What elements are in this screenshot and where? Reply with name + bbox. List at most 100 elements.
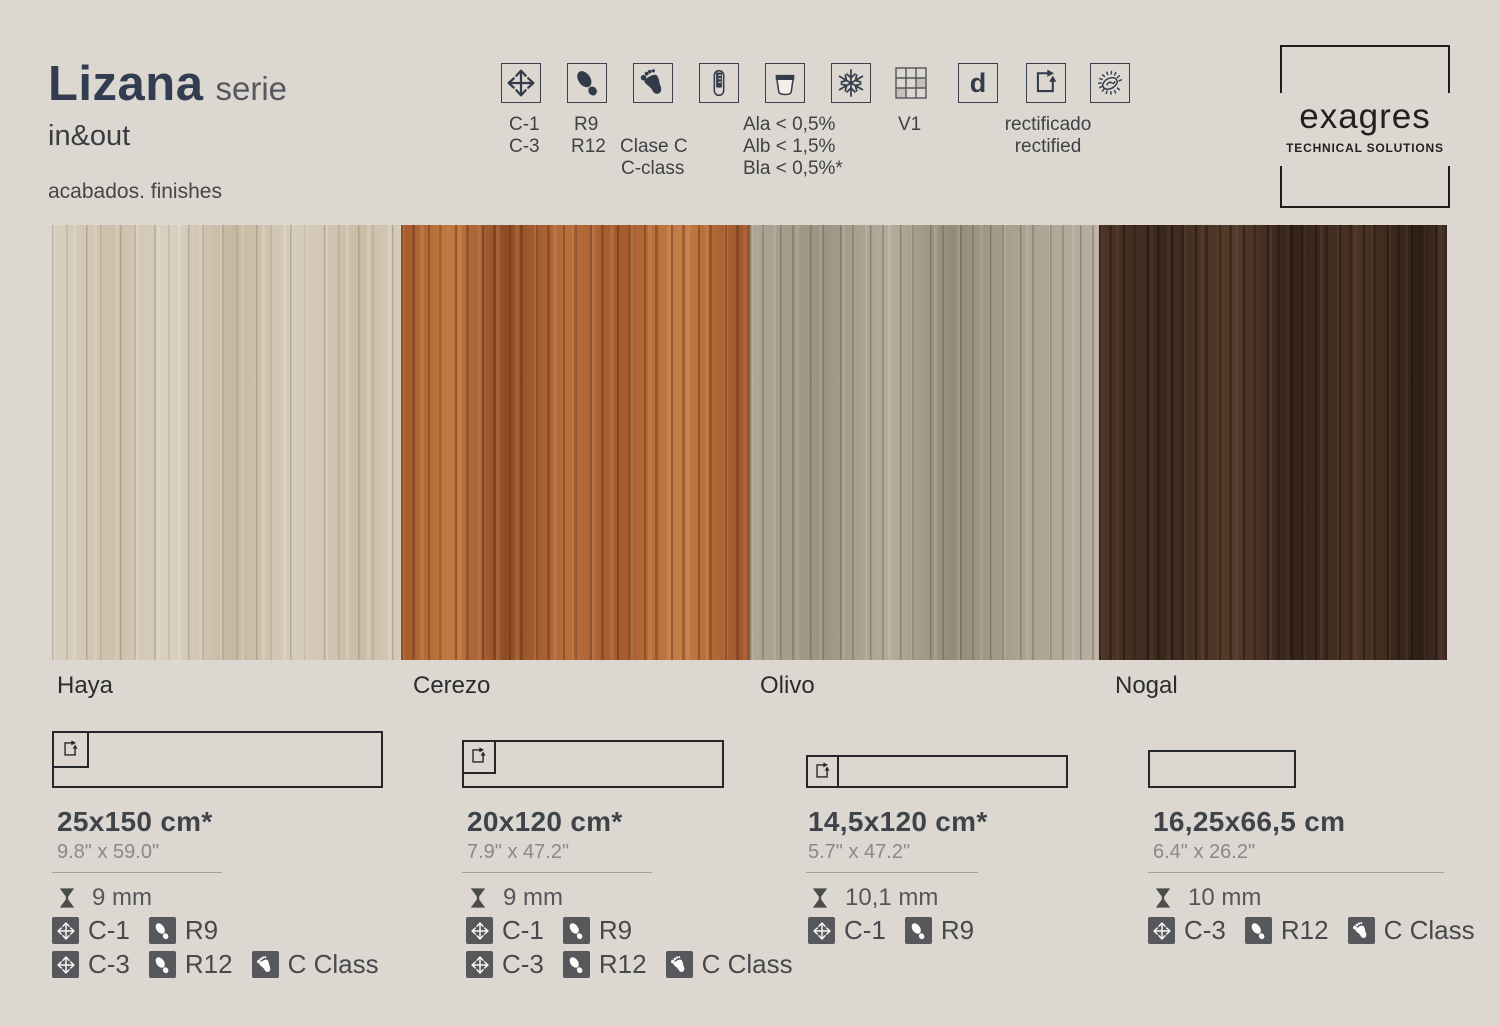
brand-tagline: TECHNICAL SOLUTIONS [1286,141,1444,155]
abrasion-value: C-3 [502,949,544,979]
legend-label-rectified: rectified [1014,136,1082,157]
legend-label-c-class: C-class [621,158,685,179]
product-name-nogal: Nogal [1115,672,1178,699]
thickness-value: 9 mm [503,884,563,911]
thickness-icon [59,888,75,908]
specs-olivo-row1: C-1 R9 [808,915,984,946]
slip-value: R9 [184,915,219,945]
slip-value: R12 [1280,915,1329,945]
swatch-olivo [750,225,1099,660]
size-cm-nogal: 16,25x66,5 cm [1153,806,1346,837]
size-in-nogal: 6.4" x 26.2" [1153,841,1256,863]
brand-logo: exagres TECHNICAL SOLUTIONS [1280,45,1450,208]
thickness-icon [470,888,486,908]
logo-frame-top [1280,45,1450,93]
barefoot-value: C Class [287,949,379,979]
swatch-cerezo [401,225,750,660]
slip-value: R9 [598,915,633,945]
swatch-haya [52,225,401,660]
specs-nogal-row1: C-3 R12 C Class [1148,915,1485,946]
thickness-value: 9 mm [92,884,152,911]
slip-icon [904,917,932,944]
thickness-haya: 9 mm [55,884,152,912]
product-name-haya: Haya [57,672,114,699]
snowflake-icon [831,63,871,103]
size-in-olivo: 5.7" x 47.2" [808,841,911,863]
barefoot-value: C Class [1383,915,1475,945]
brand-name: exagres [1299,97,1431,136]
letter-d-icon: d [958,63,998,103]
legend-label-c3: C-3 [509,136,540,157]
shoe-print-icon [567,63,607,103]
thickness-icon [812,888,828,908]
barefoot-icon [665,951,693,978]
series-suffix: serie [215,70,288,107]
absorption-cup-icon [765,63,805,103]
size-cm-olivo: 14,5x120 cm* [808,806,988,837]
antibacterial-icon [1090,63,1130,103]
thickness-cerezo: 9 mm [466,884,563,912]
finishes-heading: acabados. finishes [48,180,222,203]
rectified-icon [461,739,496,774]
catalog-page: Lizana serie in&out acabados. finishes d … [0,0,1500,1026]
thickness-nogal: 10 mm [1151,884,1261,912]
product-name-olivo: Olivo [760,672,815,699]
abrasion-value: C-3 [88,949,130,979]
format-box-haya [51,730,383,788]
abrasion-icon [808,917,835,944]
thickness-olivo: 10,1 mm [808,884,938,912]
legend-label-r12: R12 [571,136,606,157]
size-in-cerezo: 7.9" x 47.2" [467,841,570,863]
specs-cerezo-row1: C-1 R9 [466,915,642,946]
slip-value: R12 [184,949,233,979]
slip-icon [562,917,590,944]
shade-variation-grid-icon [891,63,931,103]
thickness-value: 10 mm [1188,884,1262,911]
specs-haya-row2: C-3 R12 C Class [52,949,389,980]
size-cm-cerezo: 20x120 cm* [467,806,623,837]
abrasion-icon [466,951,493,978]
legend-label-rectificado: rectificado [1004,114,1092,135]
thickness-icon [1155,888,1171,908]
legend-label-r9: R9 [574,114,599,135]
size-in-haya: 9.8" x 59.0" [57,841,160,863]
rectified-icon [805,754,839,788]
format-box-cerezo [461,739,724,788]
rectified-icon [51,730,89,768]
abrasion-icon [52,951,79,978]
abrasion-value: C-3 [1184,915,1226,945]
test-tube-icon [699,63,739,103]
specs-cerezo-row2: C-3 R12 C Class [466,949,803,980]
legend-label-bla: Bla < 0,5%* [743,158,843,179]
barefoot-value: C Class [701,949,793,979]
barefoot-icon [251,951,279,978]
abrasion-icon [466,917,493,944]
slip-icon [1244,917,1272,944]
series-subtitle: in&out [48,120,131,152]
slip-icon [148,917,176,944]
specs-haya-row1: C-1 R9 [52,915,228,946]
divider [806,872,978,873]
format-box-olivo [805,754,1068,788]
size-cm-haya: 25x150 cm* [57,806,213,837]
legend-label-alb: Alb < 1,5% [743,136,836,157]
slip-value: R12 [598,949,647,979]
legend-label-c1: C-1 [509,114,540,135]
slip-icon [148,951,176,978]
abrasion-value: C-1 [88,915,130,945]
legend-label-ala: Ala < 0,5% [743,114,836,135]
legend-label-clase-c: Clase C [620,136,688,157]
swatch-nogal [1099,225,1447,660]
abrasion-icon [1148,917,1175,944]
rectified-icon [1026,63,1066,103]
expansion-arrows-icon [501,63,541,103]
product-name-cerezo: Cerezo [413,672,491,699]
format-box-nogal [1148,750,1296,788]
abrasion-value: C-1 [502,915,544,945]
series-name: Lizana [48,57,204,111]
barefoot-icon [633,63,673,103]
divider [52,872,222,873]
slip-value: R9 [940,915,975,945]
abrasion-icon [52,917,79,944]
divider [462,872,652,873]
